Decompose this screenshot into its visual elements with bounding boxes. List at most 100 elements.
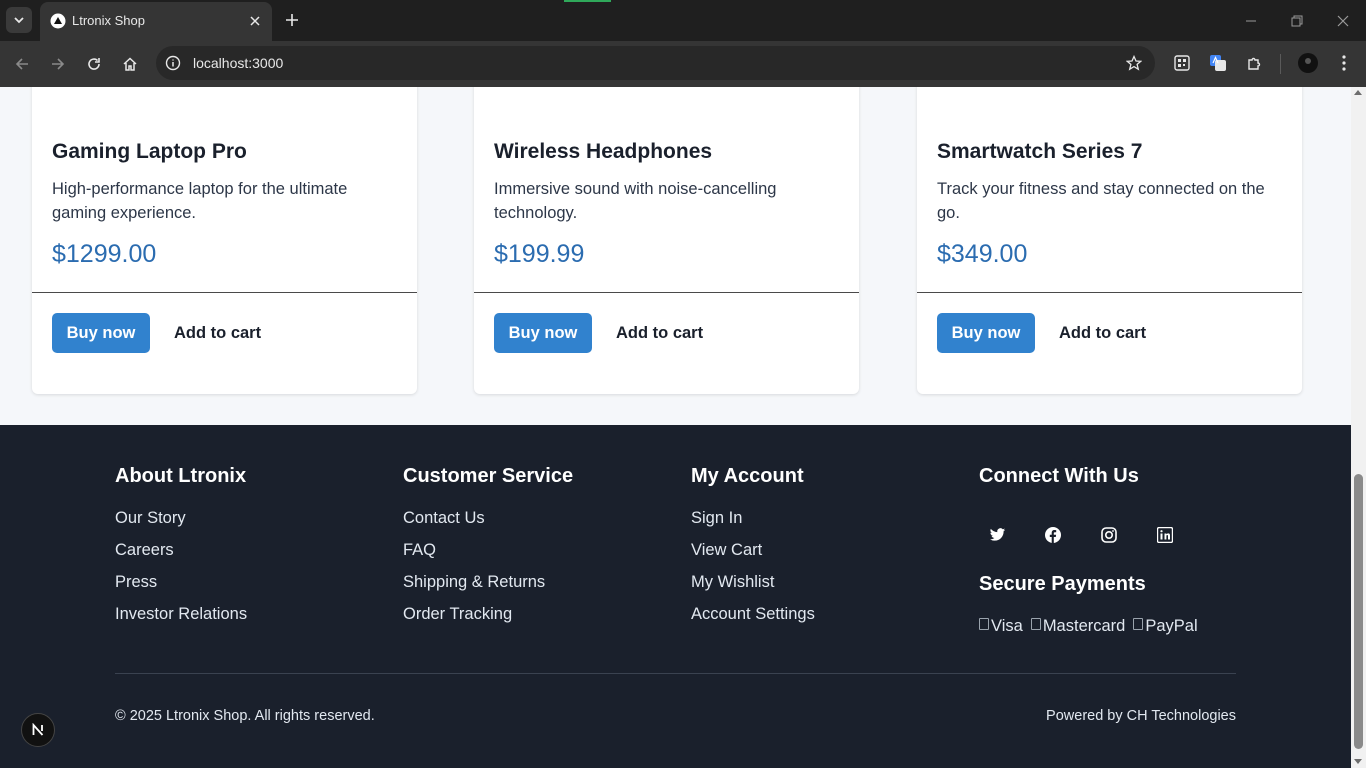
back-icon [15, 58, 28, 70]
secure-payments-heading: Secure Payments [979, 573, 1146, 595]
window-minimize-button[interactable] [1240, 10, 1262, 32]
add-to-cart-button[interactable]: Add to cart [1045, 313, 1160, 353]
home-button[interactable] [118, 52, 142, 76]
footer-heading: About Ltronix [115, 465, 247, 487]
payment-paypal-alt: PayPal [1145, 617, 1198, 635]
footer-link-shipping-returns[interactable]: Shipping & Returns [403, 566, 573, 598]
browser-tab-bar: Ltronix Shop [0, 0, 1366, 41]
chevron-down-icon [14, 17, 24, 24]
broken-image-icon [1133, 617, 1144, 630]
card-divider [474, 292, 859, 293]
window-close-button[interactable] [1332, 10, 1354, 32]
linkedin-link[interactable] [1147, 517, 1183, 553]
home-icon [123, 57, 137, 71]
back-button[interactable] [10, 52, 34, 76]
product-card: Wireless Headphones Immersive sound with… [474, 87, 859, 394]
browser-menu-button[interactable] [1333, 52, 1355, 74]
toolbar-separator [1280, 54, 1281, 74]
facebook-icon [1045, 527, 1061, 543]
add-to-cart-button[interactable]: Add to cart [602, 313, 717, 353]
footer-column-about: About Ltronix Our Story Careers Press In… [115, 465, 247, 630]
forward-button[interactable] [46, 52, 70, 76]
bookmark-button[interactable] [1125, 54, 1143, 72]
buy-now-button[interactable]: Buy now [494, 313, 592, 353]
footer-link-careers[interactable]: Careers [115, 534, 247, 566]
powered-by-text: Powered by CH Technologies [1046, 708, 1236, 724]
translate-button[interactable] [1207, 52, 1229, 74]
broken-image-icon [1030, 617, 1041, 630]
buy-now-button[interactable]: Buy now [52, 313, 150, 353]
tab-close-button[interactable] [246, 12, 264, 30]
address-bar[interactable]: localhost:3000 [156, 46, 1155, 80]
product-price: $1299.00 [52, 240, 157, 268]
plus-icon [286, 14, 298, 26]
facebook-link[interactable] [1035, 517, 1071, 553]
forward-icon [52, 58, 65, 70]
footer-link-press[interactable]: Press [115, 566, 247, 598]
page-viewport: Gaming Laptop Pro High-performance lapto… [0, 87, 1351, 768]
payment-methods: Visa Mastercard PayPal [979, 617, 1198, 636]
bookmark-star-icon [1126, 55, 1142, 71]
product-card: Smartwatch Series 7 Track your fitness a… [917, 87, 1302, 394]
page-scrollbar[interactable] [1351, 87, 1366, 768]
footer-link-account-settings[interactable]: Account Settings [691, 598, 815, 630]
instagram-icon [1101, 527, 1117, 543]
product-name[interactable]: Gaming Laptop Pro [52, 140, 247, 164]
footer-link-contact-us[interactable]: Contact Us [403, 502, 573, 534]
broken-image-icon [979, 617, 989, 630]
reload-button[interactable] [82, 52, 106, 76]
extensions-button[interactable] [1244, 52, 1266, 74]
twitter-icon [989, 528, 1005, 541]
scroll-up-arrow-icon[interactable] [1354, 90, 1362, 95]
product-card: Gaming Laptop Pro High-performance lapto… [32, 87, 417, 394]
scroll-thumb[interactable] [1354, 474, 1363, 749]
footer-link-investor-relations[interactable]: Investor Relations [115, 598, 247, 630]
add-to-cart-button[interactable]: Add to cart [160, 313, 275, 353]
site-footer: About Ltronix Our Story Careers Press In… [0, 425, 1351, 768]
site-info-button[interactable] [164, 54, 182, 72]
nextjs-dev-tools-button[interactable] [21, 713, 55, 747]
scroll-down-arrow-icon[interactable] [1354, 759, 1362, 764]
footer-link-our-story[interactable]: Our Story [115, 502, 247, 534]
browser-toolbar: localhost:3000 [0, 41, 1366, 87]
window-restore-button[interactable] [1286, 10, 1308, 32]
minimize-icon [1246, 20, 1256, 22]
loading-indicator [564, 0, 611, 2]
site-info-icon [165, 55, 181, 71]
linkedin-icon [1157, 527, 1173, 543]
payment-visa-alt: Visa [991, 617, 1023, 635]
footer-link-faq[interactable]: FAQ [403, 534, 573, 566]
product-price: $349.00 [937, 240, 1028, 268]
footer-link-order-tracking[interactable]: Order Tracking [403, 598, 573, 630]
tab-title: Ltronix Shop [72, 13, 145, 28]
instagram-link[interactable] [1091, 517, 1127, 553]
product-price: $199.99 [494, 240, 585, 268]
payment-mastercard-alt: Mastercard [1042, 617, 1126, 635]
footer-column-customer-service: Customer Service Contact Us FAQ Shipping… [403, 465, 573, 630]
product-description: Track your fitness and stay connected on… [937, 180, 1265, 222]
profile-button[interactable] [1297, 52, 1319, 74]
close-icon [250, 16, 260, 26]
footer-column-connect: Connect With Us [979, 465, 1139, 488]
product-name[interactable]: Wireless Headphones [494, 140, 712, 164]
buy-now-button[interactable]: Buy now [937, 313, 1035, 353]
footer-link-view-cart[interactable]: View Cart [691, 534, 815, 566]
qr-code-icon [1174, 55, 1190, 71]
reload-icon [88, 58, 100, 70]
new-tab-button[interactable] [281, 9, 303, 31]
footer-link-sign-in[interactable]: Sign In [691, 502, 815, 534]
card-divider [32, 292, 417, 293]
qr-code-button[interactable] [1171, 52, 1193, 74]
tab-favicon-icon [50, 13, 66, 29]
product-description: Immersive sound with noise-cancelling te… [494, 180, 777, 222]
footer-link-my-wishlist[interactable]: My Wishlist [691, 566, 815, 598]
footer-heading: Customer Service [403, 465, 574, 487]
url-text[interactable]: localhost:3000 [193, 55, 283, 71]
twitter-link[interactable] [979, 517, 1015, 553]
payment-mastercard-image: Mastercard [1030, 617, 1126, 636]
footer-divider [115, 673, 1236, 674]
browser-tab[interactable]: Ltronix Shop [40, 2, 272, 41]
restore-icon [1291, 15, 1303, 27]
product-name[interactable]: Smartwatch Series 7 [937, 140, 1142, 164]
tab-list-button[interactable] [6, 7, 32, 33]
